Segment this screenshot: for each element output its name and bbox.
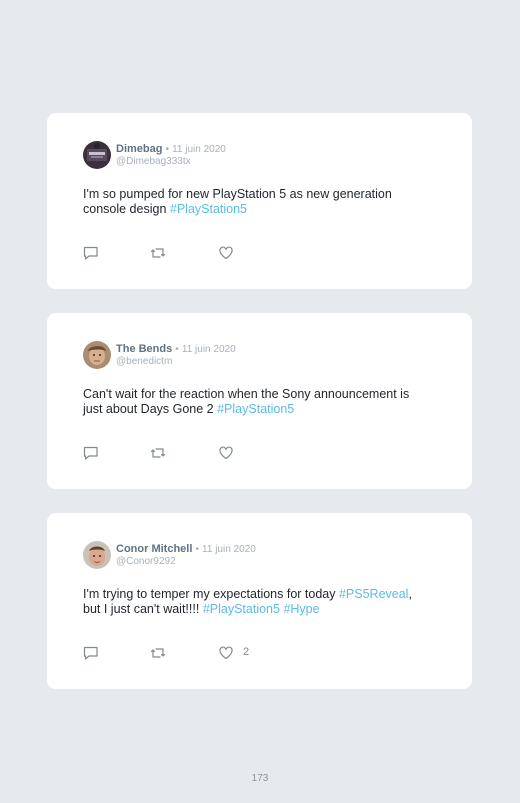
retweet-icon[interactable]: [150, 645, 166, 661]
tweet-date[interactable]: 11 juin 2020: [172, 144, 226, 155]
tweet-text-segment: I'm trying to temper my expectations for…: [83, 587, 339, 601]
author-name[interactable]: The Bends: [116, 343, 172, 355]
retweet-icon[interactable]: [150, 445, 166, 461]
separator: •: [175, 344, 179, 355]
tweet-card: The Bends • 11 juin 2020 @benedictm Can'…: [47, 313, 472, 489]
hashtag-link[interactable]: #PS5Reveal: [339, 587, 409, 601]
author-handle[interactable]: @Dimebag333tx: [116, 155, 191, 168]
avatar[interactable]: [83, 541, 111, 569]
hashtag-link[interactable]: #PlayStation5: [170, 202, 247, 216]
heart-icon[interactable]: [218, 245, 234, 261]
avatar[interactable]: [83, 141, 111, 169]
comment-icon[interactable]: [83, 245, 99, 261]
tweet-text-segment: but I just can't wait!!!!: [83, 602, 203, 616]
separator: •: [195, 544, 199, 555]
tweet-text-line: just about Days Gone 2 #PlayStation5: [83, 402, 443, 417]
avatar[interactable]: [83, 341, 111, 369]
tweet-text-line: I'm so pumped for new PlayStation 5 as n…: [83, 187, 392, 201]
tweet-text: I'm trying to temper my expectations for…: [83, 587, 443, 617]
tweet-actions: [83, 245, 283, 261]
tweet-text-segment: just about Days Gone 2: [83, 402, 218, 416]
heart-icon[interactable]: [218, 645, 234, 661]
hashtag-link[interactable]: #Hype: [283, 602, 319, 616]
page-number: 173: [251, 773, 269, 784]
retweet-icon[interactable]: [150, 245, 166, 261]
author-handle[interactable]: @benedictm: [116, 355, 172, 368]
tweet-text-segment: ,: [408, 587, 412, 601]
tweet-text: I'm so pumped for new PlayStation 5 as n…: [83, 187, 443, 217]
tweet-date[interactable]: 11 juin 2020: [182, 344, 236, 355]
hashtag-link[interactable]: #PlayStation5: [217, 402, 294, 416]
author-name[interactable]: Conor Mitchell: [116, 543, 192, 555]
hashtag-link[interactable]: #PlayStation5: [203, 602, 280, 616]
tweet-text-line: console design #PlayStation5: [83, 202, 443, 217]
comment-icon[interactable]: [83, 445, 99, 461]
tweet-text-line: I'm trying to temper my expectations for…: [83, 587, 443, 602]
like-count: 2: [243, 646, 250, 658]
tweet-actions: [83, 445, 283, 461]
author-name[interactable]: Dimebag: [116, 143, 162, 155]
author-handle[interactable]: @Conor9292: [116, 555, 176, 568]
heart-icon[interactable]: [218, 445, 234, 461]
tweet-text-line: Can't wait for the reaction when the Son…: [83, 387, 410, 401]
tweet-text: Can't wait for the reaction when the Son…: [83, 387, 443, 417]
separator: •: [165, 144, 170, 155]
tweet-date[interactable]: 11 juin 2020: [202, 544, 256, 555]
tweet-card: Dimebag • 11 juin 2020 @Dimebag333tx I'm…: [47, 113, 472, 289]
comment-icon[interactable]: [83, 645, 99, 661]
tweet-text-line: but I just can't wait!!!! #PlayStation5 …: [83, 602, 443, 617]
tweet-text-segment: console design: [83, 202, 170, 216]
tweet-actions: 2: [83, 645, 283, 661]
tweet-card: Conor Mitchell • 11 juin 2020 @Conor9292…: [47, 513, 472, 689]
